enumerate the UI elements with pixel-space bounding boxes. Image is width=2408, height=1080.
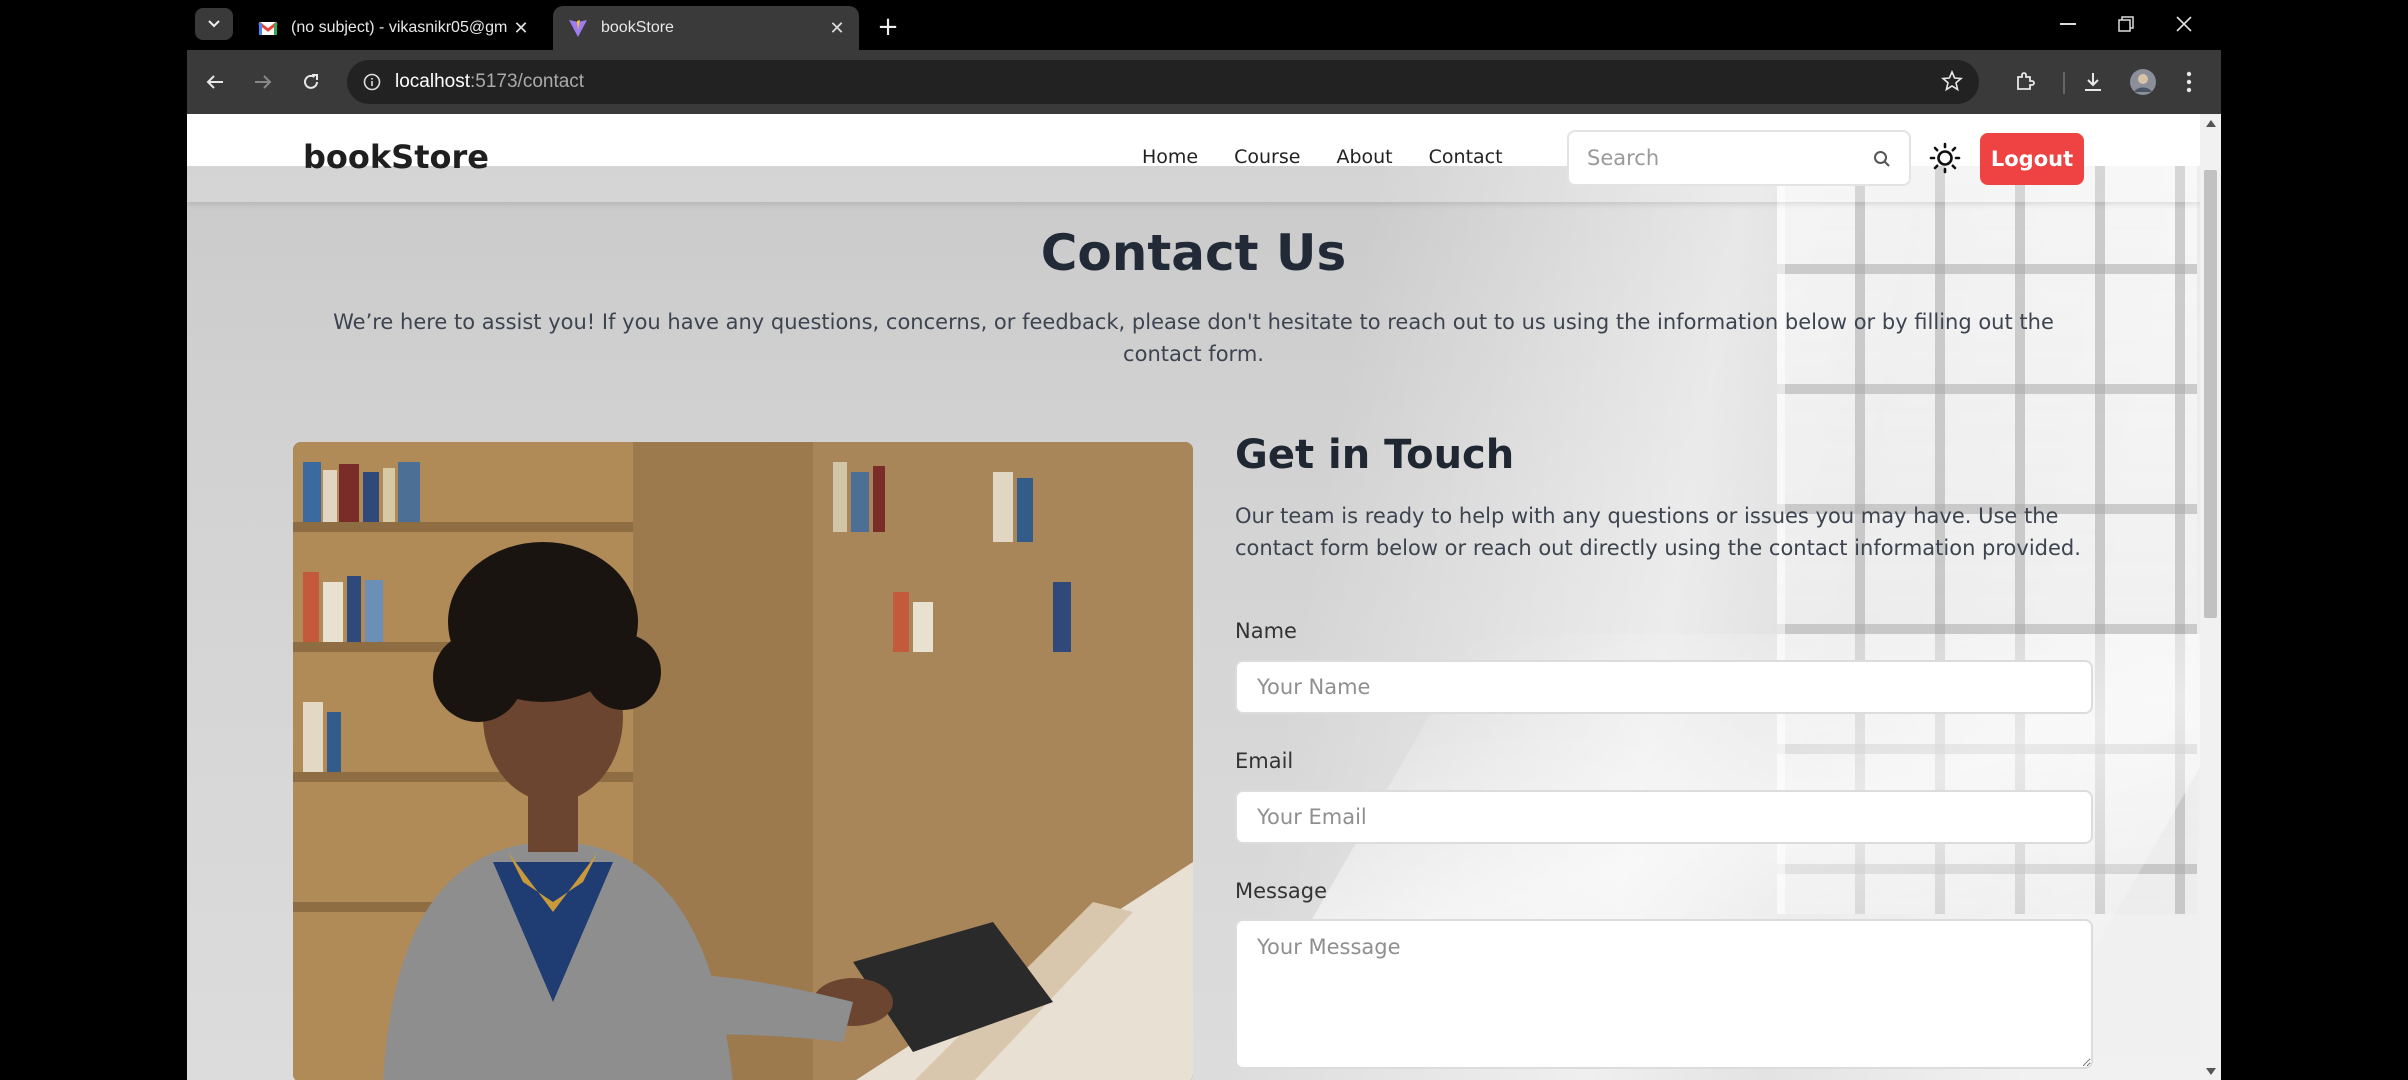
get-in-touch-description: Our team is ready to help with any quest… [1235, 504, 2081, 560]
address-bar[interactable]: localhost:5173/contact [347, 60, 1979, 104]
forward-button[interactable] [245, 64, 281, 100]
restore-button[interactable] [2097, 6, 2155, 42]
tab-gmail[interactable]: (no subject) - vikasnikr05@gmai ✕ [243, 6, 543, 50]
minimize-icon [2060, 23, 2076, 25]
message-textarea[interactable] [1235, 919, 2093, 1069]
message-label: Message [1235, 879, 1328, 903]
email-label: Email [1235, 749, 1294, 773]
chevron-down-icon [208, 20, 220, 28]
scroll-down-arrow[interactable] [2203, 1064, 2218, 1078]
url-host: localhost [395, 71, 470, 92]
name-input[interactable] [1235, 660, 2093, 714]
puzzle-icon [2017, 72, 2035, 90]
vite-icon [567, 17, 589, 39]
extensions-button[interactable] [2007, 64, 2043, 100]
contact-photo [293, 442, 1193, 1080]
reload-button[interactable] [293, 64, 329, 100]
site-search [1567, 130, 1911, 186]
close-icon[interactable]: ✕ [823, 14, 851, 42]
name-label: Name [1235, 619, 1297, 643]
page-viewport: bookStore Home Course About Contact Sear… [187, 114, 2221, 1080]
page-intro: We’re here to assist you! If you have an… [333, 310, 2054, 366]
toolbar-divider [2063, 72, 2065, 94]
arrow-right-icon [255, 75, 272, 89]
profile-avatar[interactable] [2125, 64, 2161, 100]
close-window-button[interactable] [2155, 6, 2213, 42]
tab-strip: (no subject) - vikasnikr05@gmai ✕ bookSt… [187, 0, 2221, 50]
browser-toolbar: localhost:5173/contact [187, 50, 2221, 114]
get-in-touch-title: Get in Touch [1235, 432, 1515, 478]
back-button[interactable] [197, 64, 233, 100]
search-input[interactable] [1587, 146, 1857, 170]
tab-search-button[interactable] [195, 8, 233, 40]
email-input[interactable] [1235, 790, 2093, 844]
nav-home[interactable]: Home [1142, 146, 1198, 168]
nav-contact[interactable]: Contact [1429, 146, 1503, 168]
scrollbar-thumb[interactable] [2204, 170, 2217, 618]
plus-icon: + [877, 12, 899, 42]
logout-button[interactable]: Logout [1980, 133, 2084, 185]
more-vertical-icon [2186, 71, 2192, 93]
reload-icon [304, 74, 318, 89]
browser-window: (no subject) - vikasnikr05@gmai ✕ bookSt… [187, 0, 2221, 1080]
sun-icon [1929, 142, 1961, 174]
close-icon [2176, 16, 2192, 32]
nav-about[interactable]: About [1336, 146, 1392, 168]
download-icon [2085, 73, 2101, 91]
nav-course[interactable]: Course [1234, 146, 1300, 168]
avatar-icon [2130, 69, 2156, 95]
arrow-left-icon [206, 75, 223, 89]
minimize-button[interactable] [2039, 6, 2097, 42]
page-title: Contact Us [1040, 224, 1347, 282]
new-tab-button[interactable]: + [871, 10, 905, 44]
bookmark-star-icon[interactable] [1941, 70, 1963, 92]
brand-logo[interactable]: bookStore [303, 138, 489, 176]
desktop: (no subject) - vikasnikr05@gmai ✕ bookSt… [0, 0, 2408, 1080]
gmail-icon [257, 17, 279, 39]
page-scrollbar[interactable] [2200, 114, 2221, 1080]
nav-links: Home Course About Contact [1142, 146, 1539, 168]
restore-icon [2118, 16, 2134, 32]
theme-toggle[interactable] [1927, 140, 1963, 176]
browser-menu-button[interactable] [2171, 64, 2207, 100]
tab-bookstore[interactable]: bookStore ✕ [553, 6, 859, 50]
downloads-button[interactable] [2075, 64, 2111, 100]
url-path: :5173/contact [470, 71, 585, 92]
close-icon[interactable]: ✕ [507, 14, 535, 42]
search-icon[interactable] [1873, 150, 1891, 168]
site-navbar: bookStore Home Course About Contact Sear… [187, 114, 2200, 202]
site-info-icon[interactable] [363, 73, 381, 91]
tab-title: (no subject) - vikasnikr05@gmai [291, 19, 507, 36]
tab-title: bookStore [601, 19, 674, 36]
scroll-up-arrow[interactable] [2203, 116, 2218, 130]
